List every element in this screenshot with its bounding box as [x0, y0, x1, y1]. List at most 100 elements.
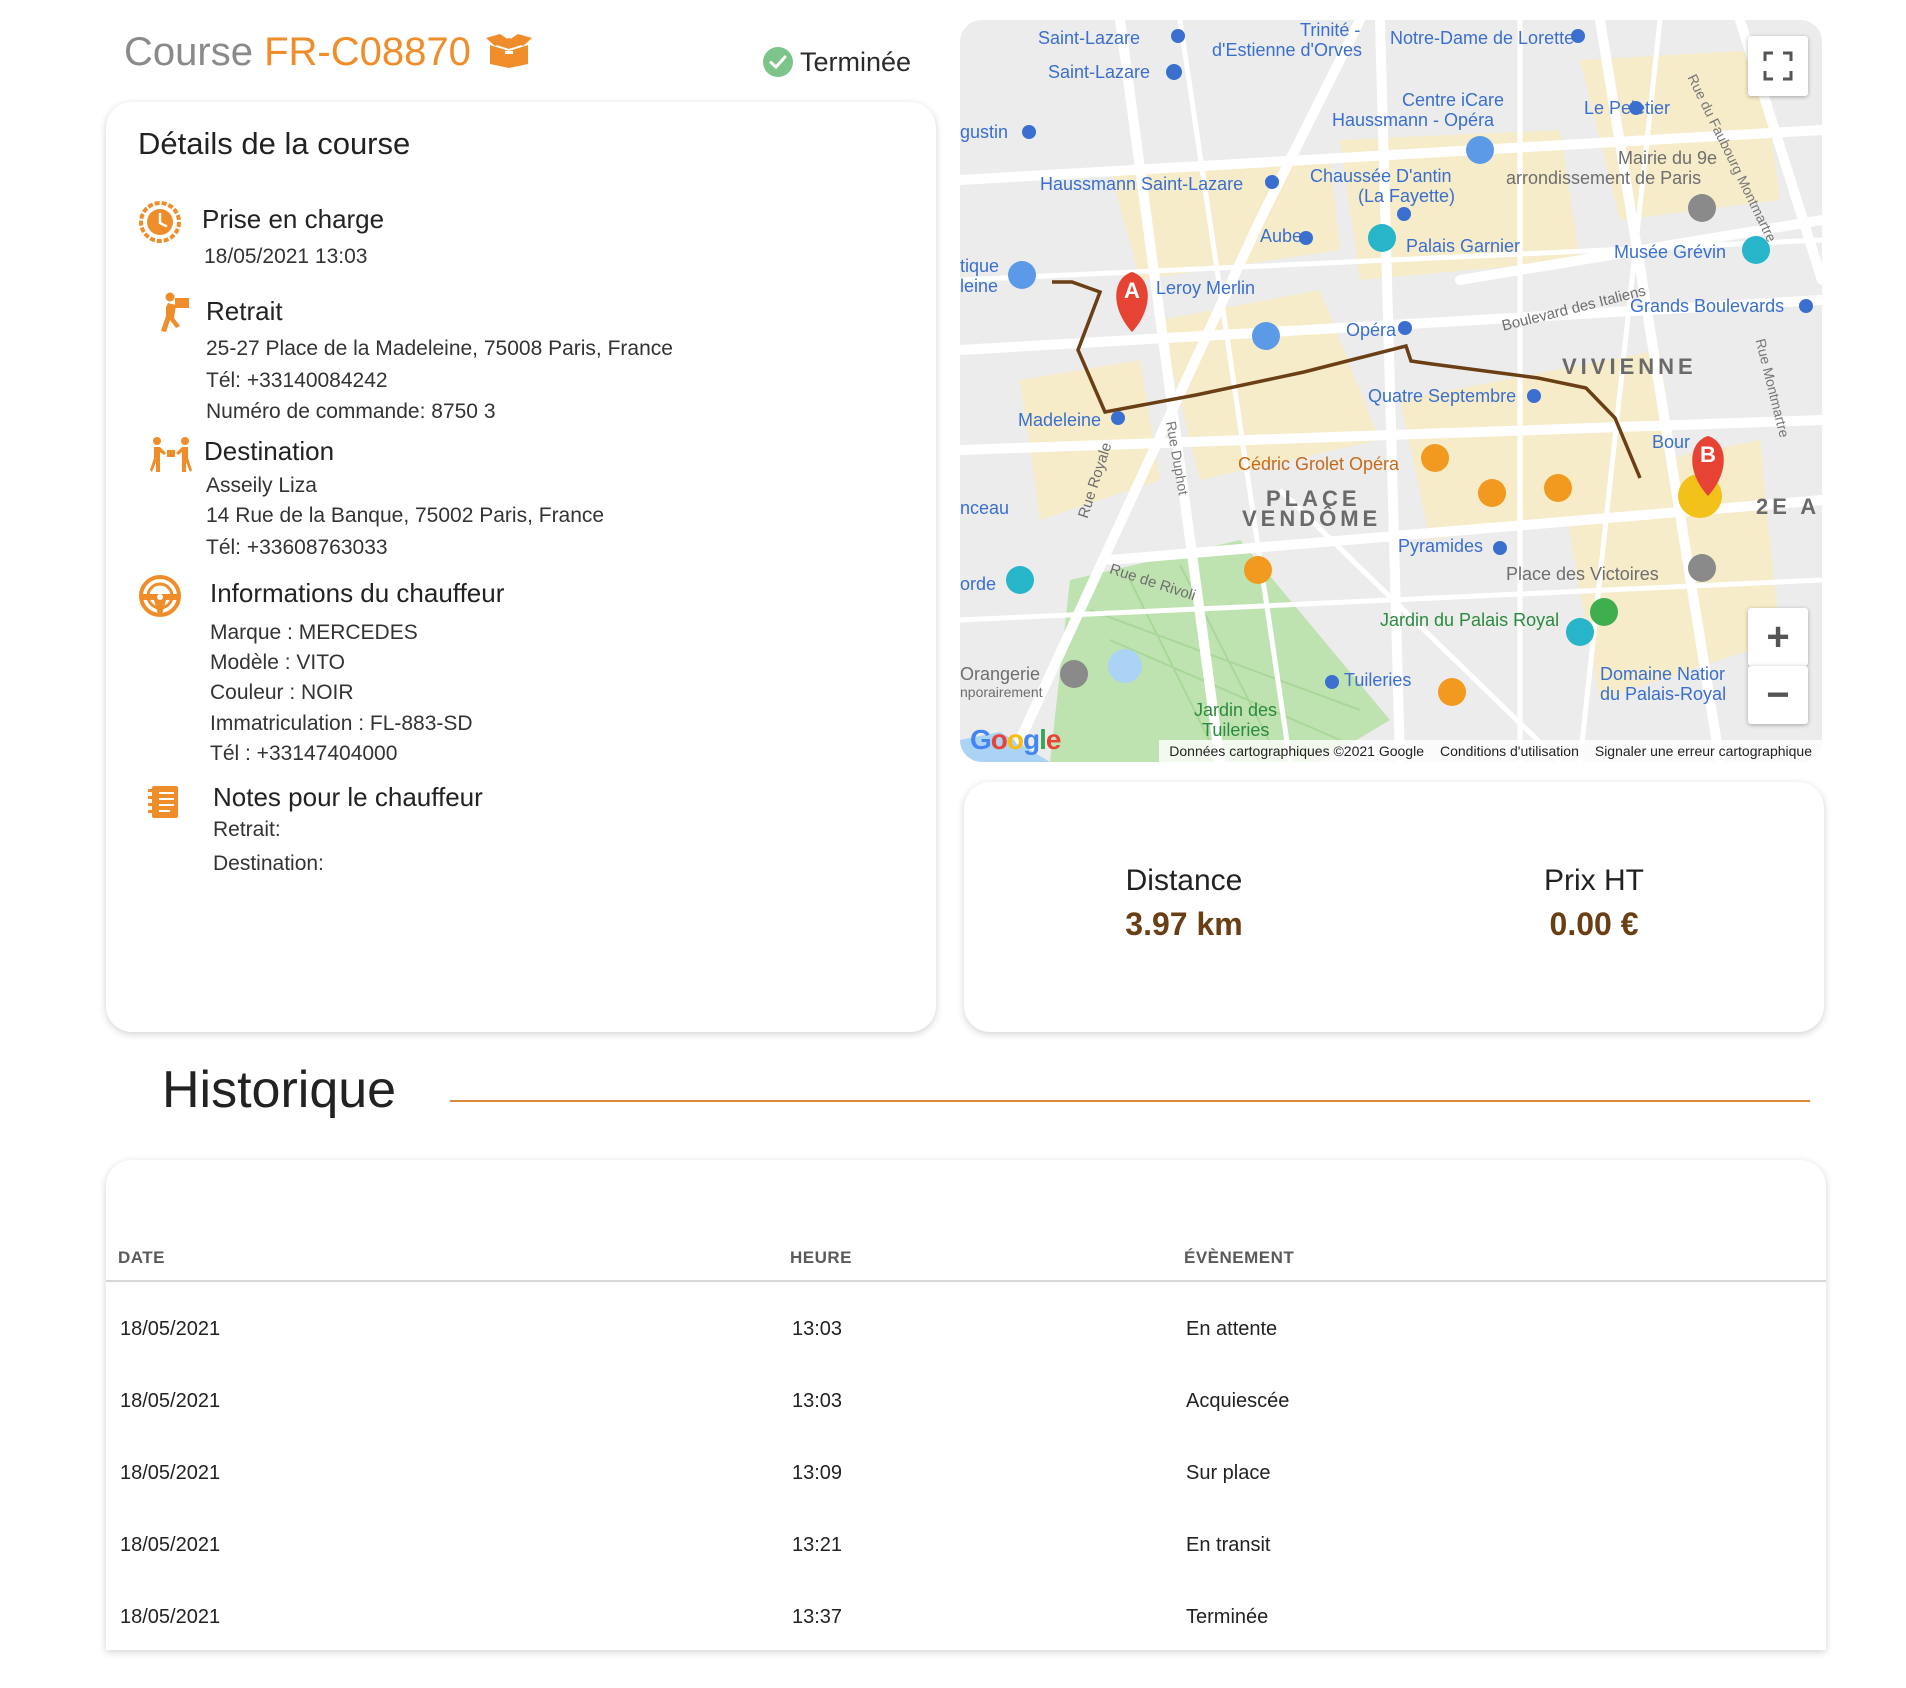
map-label: Saint-Lazare [1048, 62, 1151, 82]
map-label: nporairement [960, 684, 1043, 700]
terms-link[interactable]: Conditions d'utilisation [1440, 743, 1579, 759]
driver-phone: Tél : +33147404000 [210, 742, 398, 765]
destination-heading: Destination [204, 436, 335, 466]
destination-phone: Tél: +33608763033 [206, 536, 388, 559]
distance-label: Distance [1125, 864, 1243, 897]
column-header-event[interactable]: ÉVÈNEMENT [1184, 1248, 1294, 1268]
map-label: arrondissement de Paris [1506, 168, 1702, 188]
map-label: Madeleine [1018, 410, 1102, 430]
destination-name: Asseily Liza [206, 474, 317, 497]
distance-stat: Distance 3.97 km [1074, 864, 1294, 943]
zoom-out-button[interactable]: − [1748, 666, 1808, 724]
cell-event: Sur place [1186, 1462, 1271, 1484]
table-row: 18/05/2021 13:03 Acquiescée [106, 1390, 1826, 1462]
map-label: Haussmann - Opéra [1332, 110, 1495, 130]
details-title: Détails de la course [138, 126, 411, 161]
driver-brand: Marque : MERCEDES [210, 621, 418, 644]
map-label: Musée Grévin [1614, 242, 1727, 262]
cell-time: 13:21 [792, 1534, 843, 1556]
table-row: 18/05/2021 13:21 En transit [106, 1534, 1826, 1606]
marker-b[interactable]: B [1700, 442, 1716, 468]
package-icon [486, 34, 532, 68]
retrait-address: 25-27 Place de la Madeleine, 75008 Paris… [206, 337, 673, 360]
map-label: 2E A [1756, 494, 1821, 519]
cell-date: 18/05/2021 [120, 1534, 221, 1556]
map-label: d'Estienne d'Orves [1212, 40, 1362, 60]
cell-time: 13:03 [792, 1390, 843, 1412]
course-reference: FR-C08870 [264, 30, 471, 74]
report-error-link[interactable]: Signaler une erreur cartographique [1595, 743, 1812, 759]
map-label: Leroy Merlin [1156, 278, 1256, 298]
map-label: Bour [1652, 432, 1691, 452]
map-label: VENDÔME [1242, 506, 1382, 531]
map-label: Place des Victoires [1506, 564, 1659, 584]
destination-address: 14 Rue de la Banque, 75002 Paris, France [206, 504, 605, 527]
map-label: Centre iCare [1402, 90, 1505, 110]
map-label: Tuileries [1344, 670, 1412, 690]
distance-value: 3.97 km [1125, 906, 1243, 942]
map-label: Palais Garnier [1406, 236, 1521, 256]
driver-plate: Immatriculation : FL-883-SD [210, 712, 473, 735]
steering-wheel-icon [139, 575, 181, 617]
map-label: Le Peletier [1584, 98, 1671, 118]
course-details-card: Détails de la course Prise en charge 18/… [106, 102, 936, 1032]
fullscreen-icon [1763, 51, 1793, 81]
map-label: Jardin du Palais Royal [1380, 610, 1560, 630]
cell-event: Acquiescée [1186, 1390, 1290, 1412]
table-row: 18/05/2021 13:09 Sur place [106, 1462, 1826, 1534]
map-label: Opéra [1346, 320, 1397, 340]
cell-time: 13:03 [792, 1318, 843, 1340]
history-title: Historique [162, 1061, 397, 1119]
map-label: Grands Boulevards [1630, 296, 1785, 316]
map-label: gustin [960, 122, 1009, 142]
price-label: Prix HT [1544, 864, 1644, 897]
route-map[interactable]: A B Saint-Lazare Saint-Lazare Trinité - … [960, 20, 1822, 762]
map-label: Cédric Grolet Opéra [1238, 454, 1400, 474]
status-text: Terminée [800, 46, 912, 77]
map-label: Chaussée D'antin [1310, 166, 1452, 186]
pickup-datetime: 18/05/2021 13:03 [204, 245, 368, 268]
cell-time: 13:09 [792, 1462, 843, 1484]
driver-color: Couleur : NOIR [210, 681, 354, 704]
cell-time: 13:37 [792, 1606, 843, 1628]
notes-destination: Destination: [213, 852, 324, 875]
notepad-icon [148, 786, 178, 818]
course-prefix: Course [124, 30, 253, 74]
person-running-icon [161, 292, 189, 332]
retrait-phone: Tél: +33140084242 [206, 369, 388, 392]
course-title: Course FR-C08870 [124, 30, 471, 75]
map-label: (La Fayette) [1358, 186, 1456, 206]
pickup-heading: Prise en charge [202, 204, 385, 234]
cell-date: 18/05/2021 [120, 1318, 221, 1340]
map-label: Tuileries [1202, 720, 1270, 740]
handover-icon [150, 437, 192, 472]
map-attribution: Données cartographiques ©2021 Google Con… [1159, 740, 1822, 762]
map-label: VIVIENNE [1562, 354, 1697, 379]
status-badge: Terminée [762, 46, 911, 78]
cell-event: En transit [1186, 1534, 1271, 1556]
marker-a[interactable]: A [1124, 278, 1140, 304]
fullscreen-button[interactable] [1748, 36, 1808, 96]
map-label: Notre-Dame de Lorette [1390, 28, 1575, 48]
check-circle-icon [763, 47, 793, 77]
map-label: Domaine Natior [1600, 664, 1726, 684]
map-label: Orangerie [960, 664, 1041, 684]
price-stat: Prix HT 0.00 € [1494, 864, 1694, 943]
notes-heading: Notes pour le chauffeur [213, 782, 483, 812]
notes-retrait: Retrait: [213, 818, 281, 841]
driver-model: Modèle : VITO [210, 651, 346, 674]
zoom-in-button[interactable]: + [1748, 608, 1808, 666]
cell-date: 18/05/2021 [120, 1462, 221, 1484]
map-data-credit: Données cartographiques ©2021 Google [1169, 743, 1424, 759]
retrait-order-number: Numéro de commande: 8750 3 [206, 400, 496, 423]
map-label: Quatre Septembre [1368, 386, 1517, 406]
retrait-heading: Retrait [206, 296, 283, 326]
map-label: leine [960, 276, 999, 296]
map-label: Trinité - [1300, 20, 1361, 40]
trip-summary-card: Distance 3.97 km Prix HT 0.00 € [964, 782, 1824, 1032]
table-row: 18/05/2021 13:37 Terminée [106, 1606, 1826, 1650]
google-logo[interactable]: Google [970, 724, 1061, 756]
map-label: Mairie du 9e [1618, 148, 1718, 168]
column-header-time[interactable]: HEURE [790, 1248, 852, 1268]
column-header-date[interactable]: DATE [118, 1248, 165, 1268]
